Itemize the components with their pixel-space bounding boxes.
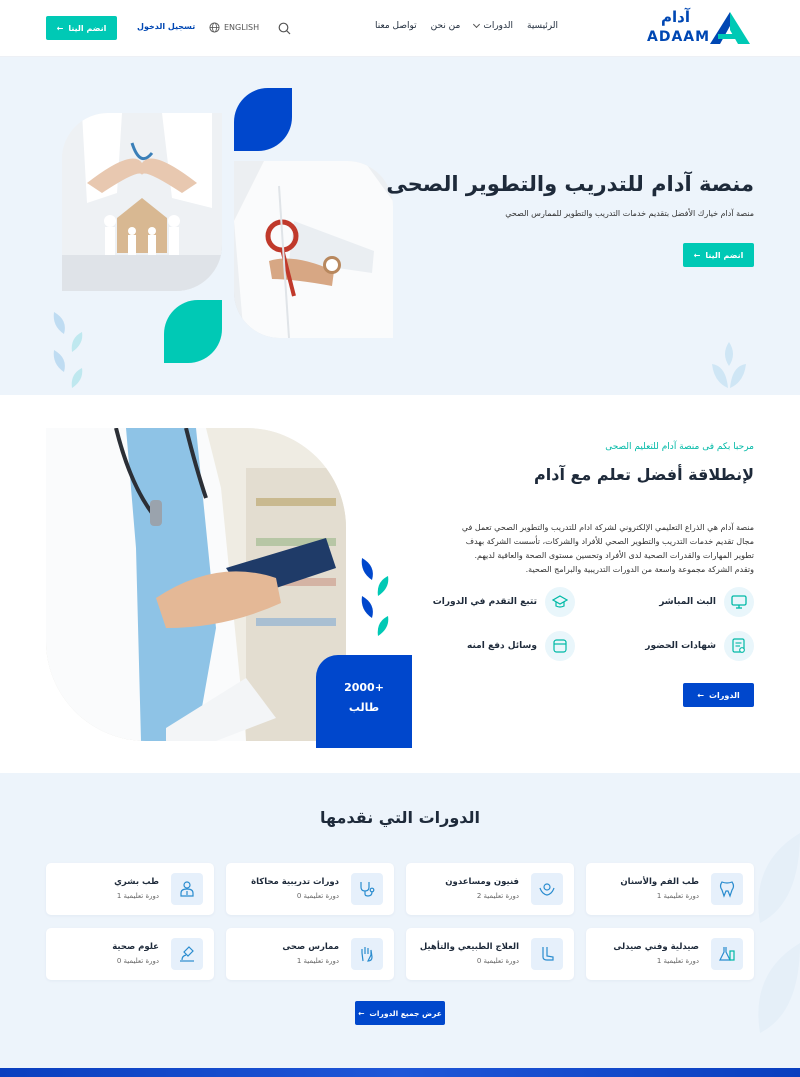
course-count: دورة تعليمية 1 [116, 892, 159, 900]
about-image-doctor-tablet [46, 428, 346, 741]
globe-icon [209, 22, 220, 33]
welcome-text: مرحبا بكم فى منصة آدام للتعليم الصحى [605, 442, 754, 452]
feature-secure-payment: وسائل دفع امنه [467, 631, 575, 661]
logo[interactable]: آدام ADAAM [647, 8, 752, 48]
course-card[interactable]: ممارس صحى دورة تعليمية 1 [226, 928, 394, 980]
footer-strip [0, 1068, 800, 1077]
decorative-leaf-icon [361, 558, 389, 636]
about-line: مجال تقديم خدمات التدريب والتطوير الصحي … [465, 537, 754, 546]
feature-progress-tracking: تتبع التقدم في الدورات [433, 587, 575, 617]
login-link[interactable]: تسجيل الدخول [137, 22, 195, 31]
language-label: ENGLISH [224, 23, 260, 32]
feature-label: تتبع التقدم في الدورات [432, 597, 537, 607]
main-menu: الرئيسية الدورات من نحن تواصل معنا [375, 20, 558, 31]
join-label: انضم الينا [68, 23, 107, 33]
search-icon[interactable] [278, 22, 291, 35]
logo-mark-icon [710, 12, 750, 44]
course-name: علوم صحية [112, 942, 159, 952]
join-button[interactable]: انضم الينا ← [46, 16, 117, 40]
course-name: طب بشري [114, 877, 159, 887]
hand-icon [351, 938, 383, 970]
language-switch[interactable]: ENGLISH [209, 22, 259, 33]
arrow-left-icon: ← [697, 690, 704, 700]
graduation-cap-icon [545, 587, 575, 617]
arrow-left-icon: ← [693, 250, 701, 260]
menu-item-courses-label: الدورات [483, 21, 513, 31]
view-all-label: عرض جميع الدورات [369, 1008, 442, 1018]
course-name: ممارس صحى [282, 942, 339, 952]
arrow-left-icon: ← [358, 1008, 365, 1018]
courses-title: الدورات التي نقدمها [319, 808, 481, 827]
flask-icon [711, 938, 743, 970]
logo-arabic: آدام [661, 8, 690, 26]
stat-label: طالب [348, 701, 380, 714]
doctor-icon [171, 873, 203, 905]
course-count: دورة تعليمية 0 [476, 957, 519, 965]
menu-item-home[interactable]: الرئيسية [527, 21, 558, 31]
about-line: وتقدم الشركة مجموعة واسعة من الدورات الت… [525, 565, 754, 574]
course-name: فنيون ومساعدون [445, 877, 519, 887]
about-title: لإنطلاقة أفضل تعلم مع آدام [534, 465, 754, 484]
menu-item-courses[interactable]: الدورات [473, 20, 513, 31]
course-count: دورة تعليمية 1 [656, 892, 699, 900]
decorative-blob-blue [234, 88, 292, 151]
course-card[interactable]: طب الفم والأسنان دورة تعليمية 1 [586, 863, 754, 915]
course-count: دورة تعليمية 0 [296, 892, 339, 900]
monitor-icon [724, 587, 754, 617]
card-payment-icon [545, 631, 575, 661]
course-card[interactable]: دورات تدريبية محاكاة دورة تعليمية 0 [226, 863, 394, 915]
hero-join-button[interactable]: انضم الينا ← [683, 243, 754, 267]
menu-item-about[interactable]: من نحن [431, 21, 461, 31]
courses-button-label: الدورات [708, 690, 740, 700]
about-description: منصة آدام هي الذراع التعليمي الإلكتروني … [448, 521, 754, 577]
course-name: دورات تدريبية محاكاة [251, 877, 339, 887]
decorative-plant-icon [712, 342, 746, 388]
foot-icon [531, 938, 563, 970]
students-stat-badge: +2000 طالب [316, 655, 412, 748]
stat-value: +2000 [344, 681, 384, 694]
feature-label: البث المباشر [659, 597, 716, 607]
arrow-left-icon: ← [56, 23, 64, 33]
tooth-icon [711, 873, 743, 905]
feature-live-stream: البث المباشر [659, 587, 754, 617]
feature-label: وسائل دفع امنه [467, 641, 537, 651]
view-all-courses-button[interactable]: عرض جميع الدورات ← [355, 1001, 445, 1025]
about-line: منصة آدام هي الذراع التعليمي الإلكتروني … [461, 523, 754, 532]
microscope-icon [171, 938, 203, 970]
hero-section: منصة آدام للتدريب والتطوير الصحى منصة آد… [0, 57, 800, 395]
hero-subtitle: منصة آدام خيارك الأفضل بتقديم خدمات التد… [505, 209, 754, 218]
top-navbar: آدام ADAAM الرئيسية الدورات من نحن تواصل… [0, 0, 800, 57]
courses-section: الدورات التي نقدمها طب الفم والأسنان دور… [0, 773, 800, 1077]
logo-english: ADAAM [647, 29, 711, 45]
course-name: طب الفم والأسنان [620, 877, 699, 887]
chevron-down-icon [473, 20, 481, 29]
hero-join-label: انضم الينا [705, 250, 744, 260]
course-card[interactable]: العلاج الطبيعي والتأهيل دورة تعليمية 0 [406, 928, 574, 980]
hero-image-family-care [62, 113, 222, 291]
certificate-icon [724, 631, 754, 661]
course-name: العلاج الطبيعي والتأهيل [419, 942, 519, 952]
course-count: دورة تعليمية 1 [296, 957, 339, 965]
decorative-leaf-icon [53, 312, 83, 388]
decorative-blob-teal [164, 300, 222, 363]
hands-care-icon [531, 873, 563, 905]
course-count: دورة تعليمية 1 [656, 957, 699, 965]
hero-title: منصة آدام للتدريب والتطوير الصحى [386, 172, 754, 196]
course-count: دورة تعليمية 0 [116, 957, 159, 965]
feature-label: شهادات الحضور [645, 641, 716, 651]
about-line: تطوير المهارات والقدرات الصحية لدى الأفر… [474, 551, 754, 560]
menu-item-contact[interactable]: تواصل معنا [375, 21, 417, 31]
course-card[interactable]: علوم صحية دورة تعليمية 0 [46, 928, 214, 980]
course-count: دورة تعليمية 2 [476, 892, 519, 900]
course-card[interactable]: فنيون ومساعدون دورة تعليمية 2 [406, 863, 574, 915]
course-name: صيدلية وفني صيدلى [613, 942, 699, 952]
courses-button[interactable]: الدورات ← [683, 683, 754, 707]
about-section: +2000 طالب مرحبا بكم فى منصة آدام للتعلي… [0, 395, 800, 773]
stethoscope-icon [351, 873, 383, 905]
course-card[interactable]: طب بشري دورة تعليمية 1 [46, 863, 214, 915]
hero-image-doctor-stethoscope [234, 161, 393, 338]
feature-certificates: شهادات الحضور [645, 631, 754, 661]
course-card[interactable]: صيدلية وفني صيدلى دورة تعليمية 1 [586, 928, 754, 980]
